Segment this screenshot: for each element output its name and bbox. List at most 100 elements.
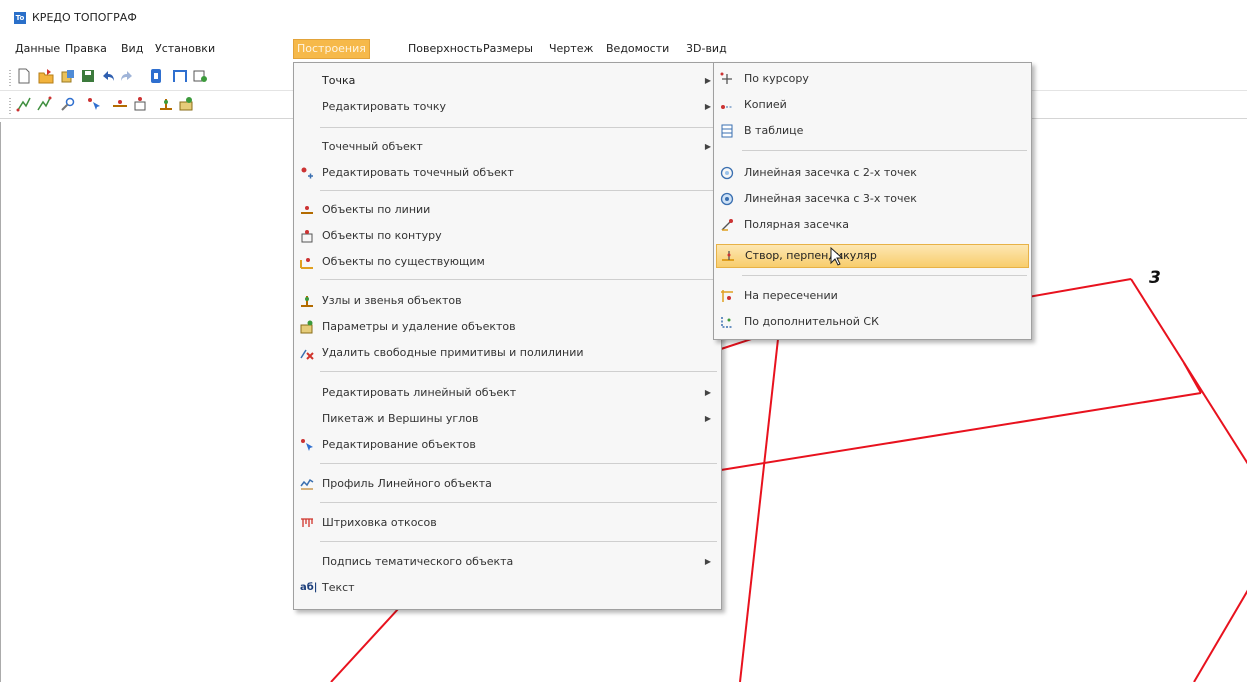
submenu-item-polar[interactable]: Полярная засечка [716,214,1029,236]
delete-primitives-icon [300,349,314,360]
nodes-links-icon [301,296,313,307]
linear-resection-3-icon [720,192,734,206]
menu-constructions[interactable]: Построения [293,39,370,59]
linear-resection-2-icon [720,166,734,180]
find-icon[interactable] [60,96,76,112]
menu-separator [320,279,717,280]
profile-icon [300,478,314,490]
polyline-segment [739,329,780,682]
menu-dimensions[interactable]: Размеры [480,40,536,58]
table-icon [721,124,733,138]
submenu-item-perpendicular[interactable]: Створ, перпендикуляр [716,244,1029,268]
point-on-line-icon[interactable] [112,96,128,112]
title-bar: To КРЕДО ТОПОГРАФ [0,0,1247,34]
polyline-segment [1193,589,1247,682]
menu-separator [320,502,717,503]
menu-item-objects-by-existing[interactable]: Объекты по существующим [296,251,719,273]
hatching-icon [301,518,313,527]
layers-icon[interactable] [192,68,208,84]
text-icon: аб| [300,582,318,593]
menu-item-picketage[interactable]: Пикетаж и Вершины углов ▶ [296,408,719,430]
frame-icon[interactable] [172,68,188,84]
menu-item-slope-hatching[interactable]: Штриховка откосов [296,512,719,534]
submenu-item-by-cursor[interactable]: По курсору [716,68,1029,90]
existing-objects-icon [300,258,313,269]
object-params-icon[interactable] [178,96,194,112]
menu-drawing[interactable]: Чертеж [546,40,596,58]
menu-item-linear-profile[interactable]: Профиль Линейного объекта [296,473,719,495]
menu-item-objects-by-contour[interactable]: Объекты по контуру [296,225,719,247]
menu-separator [320,463,717,464]
open-folder-icon[interactable] [38,68,54,84]
submenu-item-copy[interactable]: Копией [716,94,1029,116]
menu-separator [742,275,1027,276]
menu-item-point[interactable]: Точка ▶ [296,70,719,92]
coordinate-system-icon [721,317,732,328]
edit-objects-icon [301,439,313,451]
contour-object-icon[interactable] [132,96,148,112]
menu-item-edit-linear-object[interactable]: Редактировать линейный объект ▶ [296,382,719,404]
save-icon[interactable] [80,68,96,84]
menu-item-point-object[interactable]: Точечный объект ▶ [296,136,719,158]
submenu-item-linear-3pt[interactable]: Линейная засечка с 3-х точек [716,188,1029,210]
object-params-icon [300,320,313,334]
nodes-icon[interactable] [158,96,174,112]
new-file-icon[interactable] [16,68,32,84]
menu-surface[interactable]: Поверхность [405,40,486,58]
menu-item-thematic-label[interactable]: Подпись тематического объекта ▶ [296,551,719,573]
menu-item-edit-point-object[interactable]: Редактировать точечный объект [296,162,719,184]
polyline-edit-icon[interactable] [36,96,52,112]
select-points-icon[interactable] [86,96,102,112]
menu-separator [742,150,1027,151]
submenu-item-in-table[interactable]: В таблице [716,120,1029,142]
submenu-arrow-icon: ▶ [704,414,711,423]
menu-separator [320,127,717,128]
menu-reports[interactable]: Ведомости [603,40,672,58]
cursor-point-icon [720,72,732,84]
submenu-arrow-icon: ▶ [704,142,711,151]
contour-objects-icon [301,230,313,243]
menu-item-edit-objects[interactable]: Редактирование объектов [296,434,719,456]
mouse-cursor-icon [830,247,844,266]
menu-item-text[interactable]: аб| Текст [296,577,719,599]
menu-separator [320,371,717,372]
menu-item-nodes-and-links[interactable]: Узлы и звенья объектов [296,290,719,312]
menu-item-objects-by-line[interactable]: Объекты по линии [296,199,719,221]
line-objects-icon [301,206,313,214]
redo-icon[interactable] [119,68,135,84]
point-object-icon [301,167,313,179]
toolbar-grip[interactable] [9,70,11,86]
polyline-segment [330,607,400,682]
submenu-item-intersection[interactable]: На пересечении [716,285,1029,307]
polyline-segment [720,392,1202,471]
submenu-item-linear-2pt[interactable]: Линейная засечка с 2-х точек [716,162,1029,184]
menu-view[interactable]: Вид [118,40,146,58]
import-icon[interactable] [60,68,76,84]
submenu-arrow-icon: ▶ [704,557,711,566]
toolbar-grip[interactable] [9,98,11,114]
polyline-tool-icon[interactable] [16,96,32,112]
submenu-arrow-icon: ▶ [704,76,711,85]
submenu-arrow-icon: ▶ [704,102,711,111]
menu-bar: Данные Правка Вид Установки Построения П… [0,36,1247,62]
menu-edit[interactable]: Правка [62,40,110,58]
menu-item-delete-free-primitives[interactable]: Удалить свободные примитивы и полилинии [296,342,719,364]
menu-data[interactable]: Данные [12,40,63,58]
menu-item-edit-point[interactable]: Редактировать точку ▶ [296,96,719,118]
undo-icon[interactable] [100,68,116,84]
perpendicular-icon [722,251,734,261]
window-title: КРЕДО ТОПОГРАФ [32,11,137,24]
polar-resection-icon [721,219,733,231]
menu-3d-view[interactable]: 3D-вид [683,40,730,58]
app-logo-icon: To [14,12,26,24]
submenu-item-additional-cs[interactable]: По дополнительной СК [716,311,1029,333]
menu-settings[interactable]: Установки [152,40,218,58]
intersection-icon [721,290,733,302]
copy-point-icon [721,105,733,109]
point-submenu: По курсору Копией В таблице Линейная зас… [713,62,1032,340]
menu-separator [320,190,717,191]
properties-icon[interactable] [148,68,164,84]
menu-separator [320,541,717,542]
submenu-arrow-icon: ▶ [704,388,711,397]
menu-item-object-params[interactable]: Параметры и удаление объектов [296,316,719,338]
